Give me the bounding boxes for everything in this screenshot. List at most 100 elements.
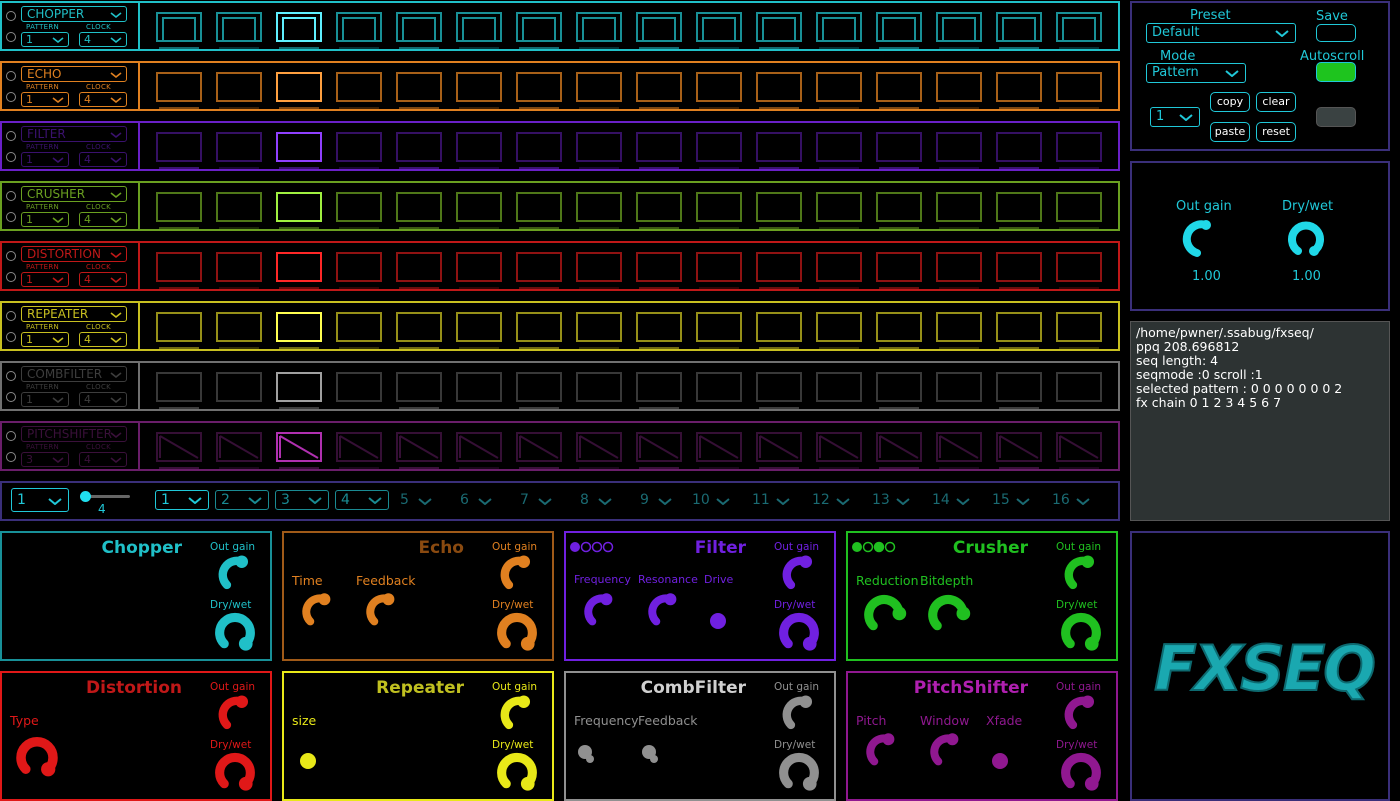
step-cell[interactable]	[576, 372, 622, 402]
step-cell[interactable]	[816, 432, 862, 462]
param-knob[interactable]	[493, 609, 541, 657]
pattern-select[interactable]: 3	[21, 452, 69, 467]
step-cell[interactable]	[756, 12, 802, 42]
step-cell[interactable]	[216, 312, 262, 342]
lane-enable-radio[interactable]	[6, 11, 16, 21]
step-cell[interactable]	[576, 432, 622, 462]
step-cell[interactable]	[576, 312, 622, 342]
param-knob[interactable]	[710, 613, 726, 629]
length-slider[interactable]	[80, 491, 132, 502]
step-cell[interactable]	[216, 12, 262, 42]
step-cell[interactable]	[816, 312, 862, 342]
step-cell[interactable]	[936, 72, 982, 102]
step-cell[interactable]	[396, 132, 442, 162]
step-cell[interactable]	[456, 132, 502, 162]
param-knob[interactable]	[360, 589, 402, 631]
step-cell[interactable]	[276, 12, 322, 42]
pattern-button-9[interactable]: 9	[640, 492, 672, 508]
master-drywet-knob[interactable]	[1284, 215, 1328, 259]
pattern-button-16[interactable]: 16	[1052, 492, 1090, 508]
step-cell[interactable]	[816, 372, 862, 402]
param-knob[interactable]	[775, 609, 823, 657]
step-cell[interactable]	[576, 12, 622, 42]
param-knob[interactable]	[12, 733, 62, 783]
step-cell[interactable]	[156, 372, 202, 402]
step-cell[interactable]	[876, 312, 922, 342]
step-cell[interactable]	[156, 252, 202, 282]
step-cell[interactable]	[636, 432, 682, 462]
step-cell[interactable]	[636, 12, 682, 42]
step-cell[interactable]	[1056, 432, 1102, 462]
clock-select[interactable]: 4	[79, 392, 127, 407]
step-cell[interactable]	[756, 132, 802, 162]
step-cell[interactable]	[336, 132, 382, 162]
param-knob[interactable]	[992, 753, 1008, 769]
pattern-select[interactable]: 1	[21, 152, 69, 167]
param-knob[interactable]	[494, 691, 538, 735]
step-cell[interactable]	[396, 372, 442, 402]
step-cell[interactable]	[516, 252, 562, 282]
step-cell[interactable]	[756, 72, 802, 102]
clear-button[interactable]: clear	[1256, 92, 1296, 112]
lane-solo-radio[interactable]	[6, 452, 16, 462]
param-knob[interactable]	[1057, 609, 1105, 657]
step-cell[interactable]	[876, 12, 922, 42]
step-cell[interactable]	[696, 312, 742, 342]
pattern-button-12[interactable]: 12	[812, 492, 850, 508]
step-cell[interactable]	[276, 72, 322, 102]
fx-select[interactable]: COMBFILTER	[21, 366, 127, 382]
step-cell[interactable]	[1056, 72, 1102, 102]
copy-button[interactable]: copy	[1210, 92, 1250, 112]
step-cell[interactable]	[996, 72, 1042, 102]
step-cell[interactable]	[876, 252, 922, 282]
param-knob[interactable]	[576, 743, 598, 765]
step-cell[interactable]	[816, 192, 862, 222]
fx-select[interactable]: ECHO	[21, 66, 127, 82]
fx-select[interactable]: CRUSHER	[21, 186, 127, 202]
step-cell[interactable]	[876, 432, 922, 462]
clock-select[interactable]: 4	[79, 332, 127, 347]
clock-select[interactable]: 4	[79, 32, 127, 47]
fx-select[interactable]: PITCHSHIFTER	[21, 426, 127, 442]
fx-select[interactable]: FILTER	[21, 126, 127, 142]
step-cell[interactable]	[216, 252, 262, 282]
paste-button[interactable]: paste	[1210, 122, 1250, 142]
fx-select[interactable]: REPEATER	[21, 306, 127, 322]
step-cell[interactable]	[336, 372, 382, 402]
step-cell[interactable]	[996, 192, 1042, 222]
pattern-select[interactable]: 1	[21, 272, 69, 287]
pattern-button-11[interactable]: 11	[752, 492, 790, 508]
step-cell[interactable]	[876, 72, 922, 102]
save-button[interactable]	[1316, 24, 1356, 42]
step-cell[interactable]	[216, 132, 262, 162]
preset-select[interactable]: Default	[1146, 23, 1296, 43]
lane-enable-radio[interactable]	[6, 191, 16, 201]
param-knob[interactable]	[640, 743, 662, 765]
step-cell[interactable]	[336, 312, 382, 342]
pattern-select[interactable]: 1	[21, 212, 69, 227]
step-cell[interactable]	[636, 372, 682, 402]
param-knob[interactable]	[924, 729, 966, 771]
step-cell[interactable]	[156, 432, 202, 462]
step-cell[interactable]	[936, 432, 982, 462]
filter-mode-dots[interactable]	[569, 540, 615, 554]
lane-solo-radio[interactable]	[6, 272, 16, 282]
step-cell[interactable]	[456, 372, 502, 402]
step-cell[interactable]	[696, 372, 742, 402]
pattern-button-3[interactable]: 3	[275, 490, 329, 510]
step-cell[interactable]	[516, 132, 562, 162]
pattern-button-1[interactable]: 1	[155, 490, 209, 510]
pattern-select[interactable]: 1	[21, 32, 69, 47]
pattern-button-14[interactable]: 14	[932, 492, 970, 508]
step-cell[interactable]	[216, 192, 262, 222]
step-cell[interactable]	[996, 252, 1042, 282]
step-cell[interactable]	[516, 192, 562, 222]
step-cell[interactable]	[816, 132, 862, 162]
lane-solo-radio[interactable]	[6, 332, 16, 342]
pattern-button-6[interactable]: 6	[460, 492, 492, 508]
step-cell[interactable]	[936, 132, 982, 162]
param-knob[interactable]	[296, 589, 338, 631]
step-cell[interactable]	[456, 12, 502, 42]
step-cell[interactable]	[996, 372, 1042, 402]
step-cell[interactable]	[156, 12, 202, 42]
